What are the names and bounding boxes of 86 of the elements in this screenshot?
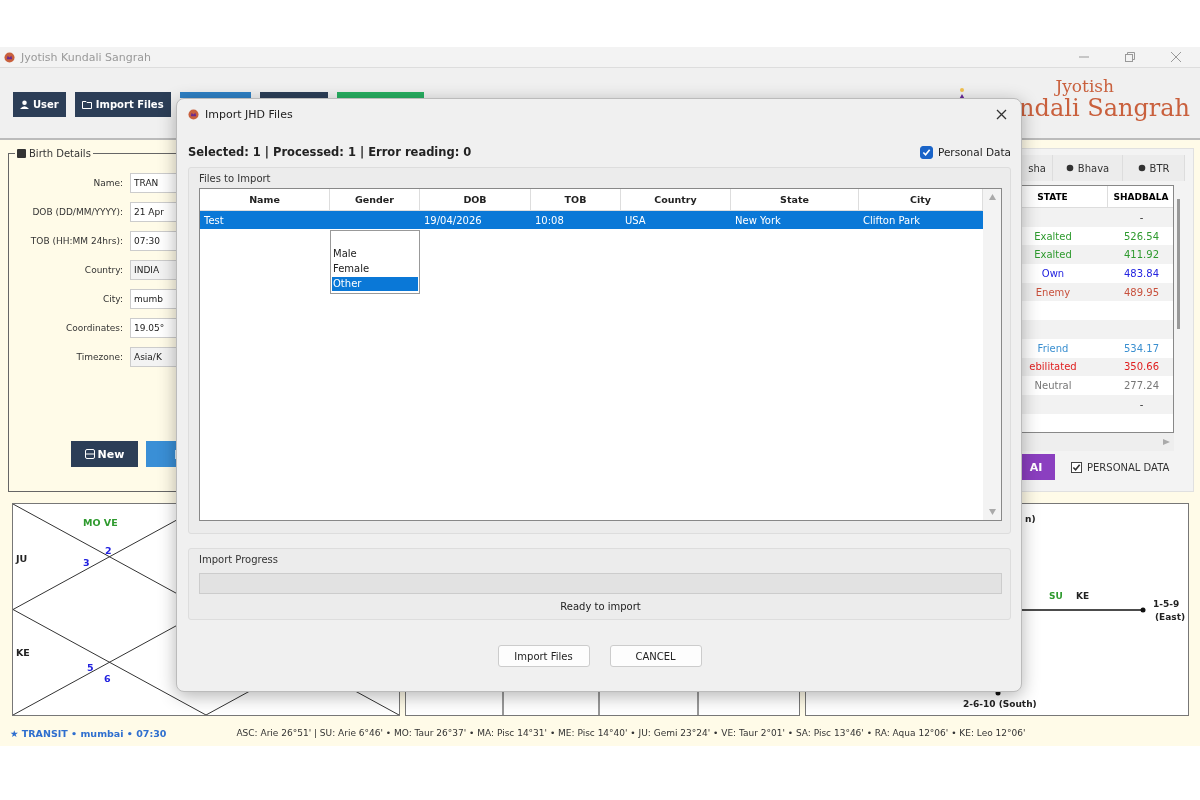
- group-title: Import Progress: [199, 552, 280, 567]
- toolbar-button[interactable]: [259, 92, 328, 98]
- table-cell-text: Exalted: [1033, 248, 1073, 263]
- table-cell-text: Clifton Park: [862, 213, 922, 228]
- table-cell-text: -: [1138, 397, 1145, 412]
- table-cell-text: Neutral: [1033, 379, 1073, 394]
- field-label: Timezone:: [75, 352, 123, 362]
- chart-label: 2: [105, 545, 112, 556]
- toolbar-button[interactable]: [179, 92, 251, 98]
- table-cell-text: Enemy: [1034, 285, 1072, 300]
- user-icon: [20, 100, 29, 109]
- field-label: DOB (DD/MM/YYYY):: [31, 207, 123, 217]
- table-cell-text: 19/04/2026: [423, 213, 483, 228]
- table-row[interactable]: Test 19/04/2026 10:08 USA New York Clifton Park: [200, 211, 983, 229]
- table-cell-text: 526.54: [1123, 229, 1160, 244]
- personal-data-checkbox[interactable]: PERSONAL DATA: [1071, 461, 1170, 473]
- table-cell-text: Exalted: [1033, 229, 1073, 244]
- chart-label: 3: [83, 557, 90, 568]
- table-cell-text: 277.24: [1123, 379, 1160, 394]
- chart-label: n): [1025, 514, 1036, 524]
- table-cell-text: -: [1138, 210, 1145, 225]
- field-label: Name:: [92, 178, 123, 188]
- dialog-button[interactable]: CANCEL: [609, 645, 702, 667]
- table-cell-text: 534.17: [1123, 341, 1160, 356]
- checkmark-icon: [1072, 462, 1081, 472]
- column-header: DOB: [420, 189, 531, 210]
- chart-label: 5: [87, 662, 94, 673]
- transit-label: ★ TRANSIT • mumbai • 07:30: [10, 727, 167, 739]
- logo-text: Jyotish: [1055, 78, 1114, 96]
- table-cell-text: 489.95: [1123, 285, 1160, 300]
- chart-label: MO VE: [83, 517, 118, 528]
- chart-label: 2-6-10 (South): [963, 699, 1037, 709]
- chart-label: KE: [16, 647, 30, 658]
- column-header: Country: [621, 189, 731, 210]
- column-header: State: [731, 189, 859, 210]
- scroll-down-icon[interactable]: [988, 509, 996, 515]
- column-header: TOB: [531, 189, 621, 210]
- chart-label: SU: [1049, 591, 1063, 601]
- toolbar-button[interactable]: User: [13, 92, 66, 117]
- chart-label: JU: [16, 553, 28, 564]
- column-header: Gender: [330, 189, 420, 210]
- table-cell-text: USA: [624, 213, 647, 228]
- column-header: Name: [200, 189, 330, 210]
- tab[interactable]: Bhava: [1053, 155, 1123, 181]
- table-cell-text: Test: [203, 213, 225, 228]
- toolbar-button[interactable]: Import Files: [74, 92, 171, 117]
- dropdown-option[interactable]: Male: [332, 247, 418, 261]
- app-icon: [188, 108, 199, 120]
- app-icon: [4, 51, 15, 63]
- dialog-title: Import JHD Files: [205, 107, 294, 121]
- table-cell-text: 10:08: [534, 213, 565, 228]
- table-cell-text: ebilitated: [1028, 360, 1078, 375]
- import-summary: Selected: 1 | Processed: 1 | Error reading: 0: [188, 145, 473, 159]
- scrollbar[interactable]: [983, 189, 1001, 520]
- table-cell-text: Friend: [1036, 341, 1070, 356]
- window-title: Jyotish Kundali Sangrah: [21, 50, 152, 64]
- toolbar-button[interactable]: [336, 92, 424, 98]
- table-cell-text: 411.92: [1123, 248, 1160, 263]
- chart-label: 6: [104, 673, 111, 684]
- checkmark-icon: [921, 147, 931, 157]
- progress-status: Ready to import: [560, 601, 641, 612]
- table-cell-text: 483.84: [1123, 266, 1160, 281]
- dropdown-option[interactable]: Other: [332, 277, 418, 291]
- dropdown-option[interactable]: Female: [332, 262, 418, 276]
- scroll-right-icon[interactable]: [1163, 439, 1170, 446]
- chart-label: (East): [1155, 612, 1186, 622]
- id-card-icon: [17, 149, 26, 158]
- field-label: Country:: [83, 265, 123, 275]
- field-label: City:: [101, 294, 123, 304]
- table-cell-text: New York: [734, 213, 782, 228]
- chart-label: KE: [1076, 591, 1090, 601]
- table-cell-text: Own: [1040, 266, 1066, 281]
- group-title: Birth Details: [29, 148, 91, 159]
- dialog-button[interactable]: Import Files: [497, 645, 590, 667]
- scroll-up-icon[interactable]: [988, 194, 996, 200]
- close-icon: [995, 108, 1007, 120]
- folder-icon: [81, 100, 92, 109]
- new-button[interactable]: New: [71, 441, 138, 467]
- logo-text: ndali Sangrah: [1019, 95, 1190, 122]
- field-label: Coordinates:: [64, 323, 123, 333]
- field-label: TOB (HH:MM 24hrs):: [29, 236, 123, 246]
- chart-label: 1-5-9: [1153, 599, 1180, 609]
- table-cell-text: 350.66: [1123, 360, 1160, 375]
- planet-positions: ASC: Arie 26°51' | SU: Arie 6°46' • MO: Taur 26°37' • MA: Pisc 14°31' • ME: Pisc 14°40' • JU: Gemi 23°24' • VE: Taur 2°01' • SA: Pisc 13°46' • RA: Aqua 12°06' • KE: Leo 12°06': [236, 728, 1026, 738]
- tab[interactable]: BTR: [1123, 155, 1185, 181]
- group-title: Files to Import: [199, 171, 272, 186]
